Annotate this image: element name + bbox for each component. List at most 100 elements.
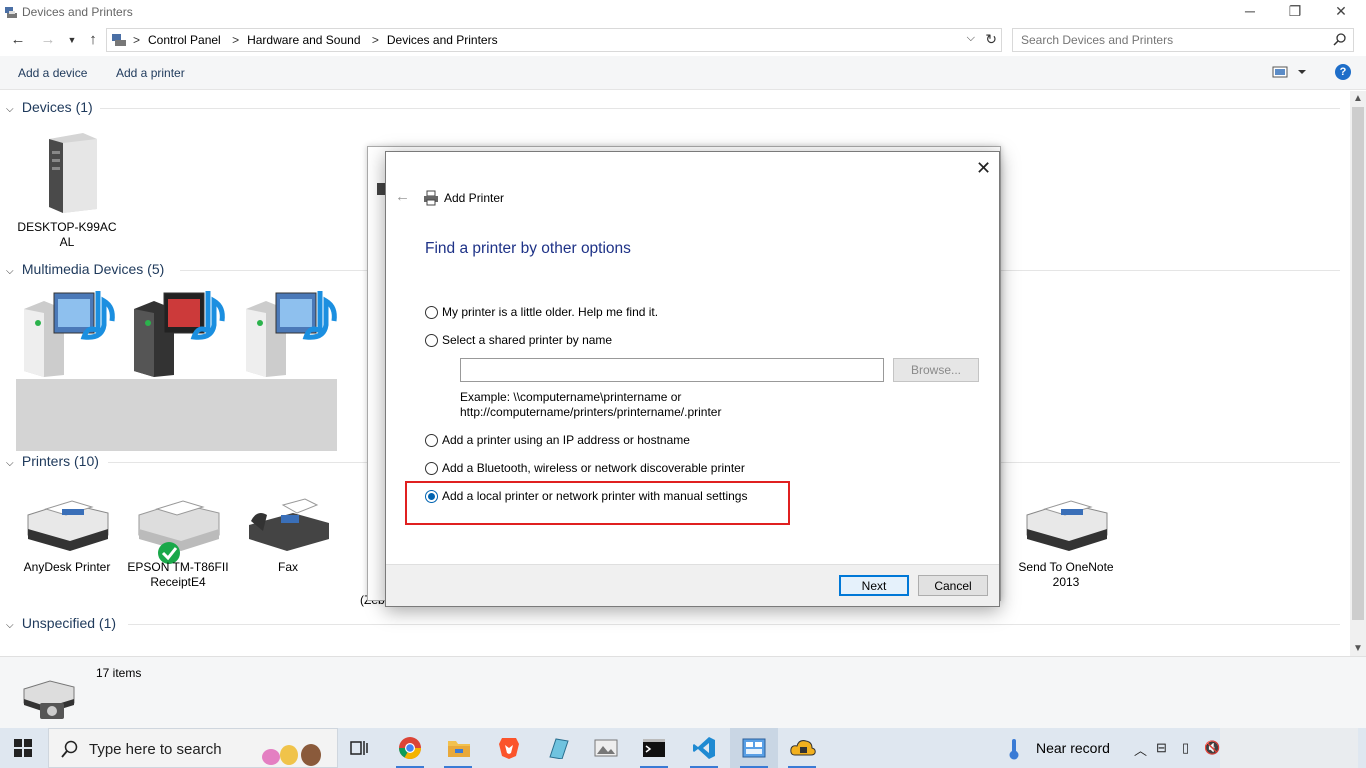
title-bar: Devices and Printers ─ ❐ ✕ — [0, 0, 1366, 24]
network-icon[interactable]: ⊟ — [1156, 740, 1167, 756]
printer-fax[interactable]: Fax — [238, 495, 338, 575]
option-shared-printer[interactable]: Select a shared printer by name — [425, 333, 612, 347]
clock-area[interactable] — [1220, 728, 1358, 768]
shared-printer-name-input[interactable] — [460, 358, 884, 382]
address-bar[interactable]: > Control Panel > Hardware and Sound > Devi… — [106, 28, 1002, 52]
terminal-icon — [643, 739, 665, 757]
printer-anydesk[interactable]: AnyDesk Printer — [16, 495, 118, 575]
group-header-printers[interactable]: ⌵ Printers (10) — [6, 453, 99, 469]
next-button[interactable]: Next — [839, 575, 909, 596]
tray-chevron-icon[interactable]: ︿ — [1134, 740, 1147, 759]
details-pane: 17 items — [0, 656, 1366, 728]
group-header-multimedia[interactable]: ⌵ Multimedia Devices (5) — [6, 261, 164, 277]
collapse-chevron-icon[interactable]: ⌵ — [6, 266, 18, 277]
printer-epson[interactable]: EPSON TM-T86FII ReceiptE4 — [124, 495, 232, 590]
add-device-button[interactable]: Add a device — [18, 66, 87, 80]
refresh-icon[interactable]: ↻ — [985, 31, 997, 48]
radio-bluetooth[interactable] — [425, 462, 438, 475]
photos-button[interactable] — [582, 728, 630, 768]
breadcrumb-devices-and-printers[interactable]: Devices and Printers — [387, 33, 498, 47]
collapse-chevron-icon[interactable]: ⌵ — [6, 458, 18, 469]
group-title: Devices (1) — [21, 99, 93, 115]
control-panel-button[interactable] — [730, 728, 778, 768]
printer-icon — [138, 500, 220, 564]
brave-button[interactable] — [484, 728, 532, 768]
collapse-chevron-icon[interactable]: ⌵ — [6, 620, 18, 631]
printer-label: EPSON TM-T86FII ReceiptE4 — [127, 560, 229, 589]
thermometer-icon — [1009, 739, 1019, 760]
back-arrow-icon[interactable]: ← — [8, 30, 28, 50]
back-arrow-icon[interactable]: ← — [395, 188, 410, 205]
breadcrumb-hardware-and-sound[interactable]: Hardware and Sound — [247, 33, 360, 47]
group-header-unspecified[interactable]: ⌵ Unspecified (1) — [6, 615, 116, 631]
up-arrow-icon[interactable]: ↑ — [83, 30, 103, 50]
breadcrumb-separator: > — [232, 33, 240, 47]
address-dropdown-chevron-icon[interactable]: ⌵ — [967, 32, 975, 45]
weather-text[interactable]: Near record — [1036, 740, 1110, 756]
highlight-box — [405, 481, 790, 525]
radio-ip[interactable] — [425, 434, 438, 447]
taskbar-search[interactable]: Type here to search — [48, 728, 338, 768]
chrome-button[interactable] — [386, 728, 434, 768]
close-dialog-icon[interactable]: ✕ — [976, 158, 991, 179]
option-bluetooth[interactable]: Add a Bluetooth, wireless or network dis… — [425, 461, 745, 475]
cancel-button[interactable]: Cancel — [918, 575, 988, 596]
media-device-3[interactable] — [238, 287, 342, 380]
group-header-devices[interactable]: ⌵ Devices (1) — [6, 99, 93, 115]
dialog-footer: Next Cancel — [386, 564, 999, 606]
recent-locations-chevron-icon[interactable]: ▼ — [62, 30, 82, 50]
dialog-title: Add Printer — [444, 191, 505, 205]
media-server-icon — [134, 291, 225, 377]
scroll-up-icon[interactable]: ▲ — [1353, 93, 1363, 104]
folder-icon — [448, 741, 470, 757]
radio-shared[interactable] — [425, 334, 438, 347]
vscode-button[interactable] — [680, 728, 728, 768]
address-row: ← → ▼ ↑ > Control Panel > Hardware and Sou… — [0, 26, 1366, 54]
vpn-button[interactable] — [778, 728, 826, 768]
media-device-2[interactable] — [126, 287, 230, 380]
printer-icon — [1026, 500, 1108, 551]
windows-start-icon[interactable] — [14, 739, 32, 757]
printer-icon — [27, 500, 109, 551]
change-view-icon[interactable] — [1272, 66, 1306, 78]
device-label: DESKTOP-K99AC AL — [17, 220, 117, 249]
task-view-button[interactable] — [336, 728, 384, 768]
volume-muted-icon[interactable]: 🔇 — [1204, 740, 1220, 756]
add-printer-button[interactable]: Add a printer — [116, 66, 185, 80]
radio-older[interactable] — [425, 306, 438, 319]
printer-onenote[interactable]: Send To OneNote 2013 — [1010, 495, 1122, 590]
devices-printers-icon — [5, 7, 17, 18]
breadcrumb: > Control Panel > Hardware and Sound > Devi… — [133, 33, 498, 47]
option-older-printer[interactable]: My printer is a little older. Help me fi… — [425, 305, 658, 319]
help-icon[interactable]: ? — [1335, 64, 1351, 80]
forward-arrow-icon[interactable]: → — [38, 30, 58, 50]
selected-device-labels — [16, 379, 337, 451]
task-view-icon — [350, 741, 368, 755]
vertical-scrollbar[interactable]: ▲ ▼ — [1350, 91, 1366, 656]
terminal-button[interactable] — [630, 728, 678, 768]
printer-label: Fax — [277, 560, 298, 574]
scrollbar-thumb[interactable] — [1352, 107, 1364, 620]
scroll-down-icon[interactable]: ▼ — [1353, 643, 1363, 654]
collapse-chevron-icon[interactable]: ⌵ — [6, 104, 18, 115]
close-window-button[interactable]: ✕ — [1318, 0, 1364, 24]
search-input[interactable] — [1013, 29, 1323, 51]
command-bar: Add a device Add a printer ? — [0, 56, 1366, 90]
maximize-button[interactable]: ❐ — [1272, 0, 1318, 24]
option-ip-address[interactable]: Add a printer using an IP address or hos… — [425, 433, 690, 447]
search-box[interactable] — [1012, 28, 1354, 52]
notepad-button[interactable] — [534, 728, 582, 768]
group-divider — [100, 108, 1340, 109]
dialog-heading: Find a printer by other options — [425, 240, 631, 257]
media-device-1[interactable] — [16, 287, 120, 380]
brave-lion-icon — [499, 738, 519, 759]
minimize-button[interactable]: ─ — [1227, 0, 1273, 24]
device-desktop[interactable]: DESKTOP-K99AC AL — [14, 129, 120, 250]
media-server-icon — [246, 291, 337, 377]
printer-icon — [424, 190, 438, 206]
breadcrumb-control-panel[interactable]: Control Panel — [148, 33, 221, 47]
battery-icon[interactable]: ▯ — [1182, 740, 1189, 756]
breadcrumb-separator: > — [371, 33, 379, 47]
file-explorer-button[interactable] — [434, 728, 482, 768]
browse-button[interactable]: Browse... — [893, 358, 979, 382]
